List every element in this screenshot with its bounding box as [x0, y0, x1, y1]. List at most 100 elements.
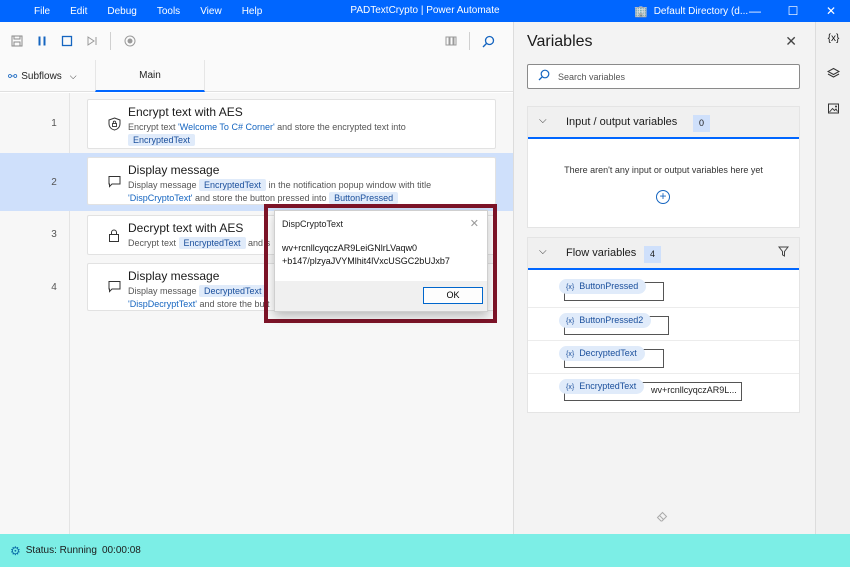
add-variable-button[interactable]: +: [656, 190, 670, 204]
desc-text: and store the button pressed into: [192, 193, 330, 203]
web-recorder-button[interactable]: [438, 29, 463, 54]
menu-bar: File Edit Debug Tools View Help: [24, 6, 272, 17]
window-controls: — ☐ ✕: [736, 0, 850, 22]
subflows-icon: ⚯: [8, 70, 18, 83]
variable-tag: DecryptedText: [199, 285, 267, 297]
filter-icon[interactable]: [777, 246, 790, 260]
save-button[interactable]: [4, 29, 29, 54]
flow-variable-row[interactable]: {x} EncryptedText wv+rcnllcyqczAR9L...: [528, 373, 799, 406]
variables-panel: Variables ✕ ⌵ Input / output variables 0…: [513, 22, 815, 534]
dialog-title: DispCryptoText: [282, 219, 344, 229]
variables-rail-button[interactable]: {x}: [816, 33, 850, 44]
count-badge: 4: [644, 246, 661, 263]
variable-name: ButtonPressed2: [579, 315, 644, 325]
toolbar-right: [438, 29, 513, 54]
menu-view[interactable]: View: [200, 6, 222, 17]
action-title: Encrypt text with AES: [128, 105, 243, 119]
variable-chip: {x} DecryptedText: [559, 346, 645, 361]
line-number: 3: [51, 229, 57, 240]
chevron-down-icon: ⌵: [69, 70, 77, 81]
message-icon: [108, 280, 121, 296]
count-badge: 0: [693, 115, 710, 132]
action-display-message[interactable]: Display message Display message Encrypte…: [87, 157, 496, 205]
action-title: Decrypt text with AES: [128, 221, 244, 235]
desc-string: 'DispDecryptText': [128, 299, 197, 309]
tab-main[interactable]: Main: [95, 60, 205, 92]
eraser-icon[interactable]: [656, 511, 668, 526]
flow-variable-row[interactable]: {x} ButtonPressed2: [528, 307, 799, 340]
images-icon[interactable]: [816, 102, 850, 118]
toolbar-divider-2: [469, 32, 470, 50]
lock-icon: [108, 229, 120, 245]
flow-variable-row[interactable]: {x} DecryptedText: [528, 340, 799, 373]
status-text: Status: Running: [25, 545, 97, 556]
menu-debug[interactable]: Debug: [107, 6, 136, 17]
search-variables-input[interactable]: [558, 69, 788, 84]
dialog-close-button[interactable]: ✕: [470, 217, 479, 230]
plus-icon: +: [659, 189, 667, 203]
variable-value: wv+rcnllcyqczAR9L...: [651, 385, 737, 395]
action-description: Display message EncryptedText in the not…: [128, 179, 489, 205]
ok-button[interactable]: OK: [423, 287, 483, 304]
close-panel-button[interactable]: ✕: [785, 33, 797, 50]
status-timer: 00:00:08: [101, 545, 141, 556]
pause-button[interactable]: [29, 29, 54, 54]
desc-text: and store the encrypted text into: [274, 122, 406, 132]
dialog-message-line: +b147/plzyaJVYMlhit4lVxcUSGC2bUJxb7: [282, 256, 450, 266]
flow-variable-row[interactable]: {x} ButtonPressed: [528, 274, 799, 307]
menu-tools[interactable]: Tools: [157, 6, 180, 17]
dialog-footer: OK: [275, 281, 487, 311]
section-title: Input / output variables: [566, 116, 678, 128]
pause-icon: [38, 36, 45, 46]
close-window-button[interactable]: ✕: [812, 0, 850, 22]
layers-icon[interactable]: [816, 67, 850, 83]
variable-tag: ButtonPressed: [329, 192, 399, 204]
shield-lock-icon: [108, 117, 121, 134]
chevron-down-icon: ⌵: [539, 115, 547, 126]
run-next-action-button[interactable]: [79, 29, 104, 54]
action-description: Encrypt text 'Welcome To C# Corner' and …: [128, 121, 489, 147]
variable-tag: EncryptedText: [178, 237, 246, 249]
variable-name: ButtonPressed: [579, 281, 639, 291]
desc-text: in the notification popup window with ti…: [266, 180, 432, 190]
io-section-header[interactable]: ⌵ Input / output variables 0: [528, 107, 799, 139]
variable-name: EncryptedText: [579, 381, 637, 391]
directory-selector[interactable]: 🏢 Default Directory (d...: [634, 0, 748, 22]
subflows-dropdown[interactable]: ⚯ Subflows ⌵: [8, 60, 77, 92]
minimize-button[interactable]: —: [736, 0, 774, 22]
search-icon: [538, 69, 550, 84]
running-flow-icon: ⚙: [10, 543, 21, 558]
web-recorder-icon: [445, 36, 456, 46]
desc-text: Encrypt text: [128, 122, 179, 132]
desc-text: Display message: [128, 286, 200, 296]
section-title: Flow variables: [566, 247, 637, 259]
side-rail: {x}: [815, 22, 850, 534]
empty-message: There aren't any input or output variabl…: [564, 165, 763, 175]
io-variables-section: ⌵ Input / output variables 0 There aren'…: [527, 106, 800, 228]
search-button[interactable]: [476, 29, 501, 54]
desc-text: and store the butt: [196, 299, 270, 309]
desc-text: Display message: [128, 180, 200, 190]
record-icon: [124, 35, 135, 47]
menu-help[interactable]: Help: [242, 6, 263, 17]
stop-icon: [61, 35, 72, 47]
recorder-button[interactable]: [117, 29, 142, 54]
stop-button[interactable]: [54, 29, 79, 54]
menu-edit[interactable]: Edit: [70, 6, 87, 17]
variable-icon: {x}: [566, 384, 575, 391]
flow-section-header[interactable]: ⌵ Flow variables 4: [528, 238, 799, 270]
flow-variables-section: ⌵ Flow variables 4 {x} ButtonPressed {x} B…: [527, 237, 800, 413]
message-icon: [108, 175, 121, 191]
search-icon: [482, 35, 495, 47]
desc-text: Decrypt text: [128, 238, 179, 248]
title-bar: File Edit Debug Tools View Help PADTextC…: [0, 0, 850, 22]
search-variables-box[interactable]: [527, 64, 800, 89]
variable-name: DecryptedText: [579, 348, 637, 358]
desc-string: 'Welcome To C# Corner': [178, 122, 275, 132]
action-encrypt-text[interactable]: Encrypt text with AES Encrypt text 'Welc…: [87, 99, 496, 149]
desc-string: 'DispCryptoText': [128, 193, 193, 203]
maximize-button[interactable]: ☐: [774, 0, 812, 22]
directory-label: Default Directory (d...: [653, 5, 749, 17]
menu-file[interactable]: File: [34, 6, 50, 17]
variable-icon: {x}: [566, 284, 575, 291]
